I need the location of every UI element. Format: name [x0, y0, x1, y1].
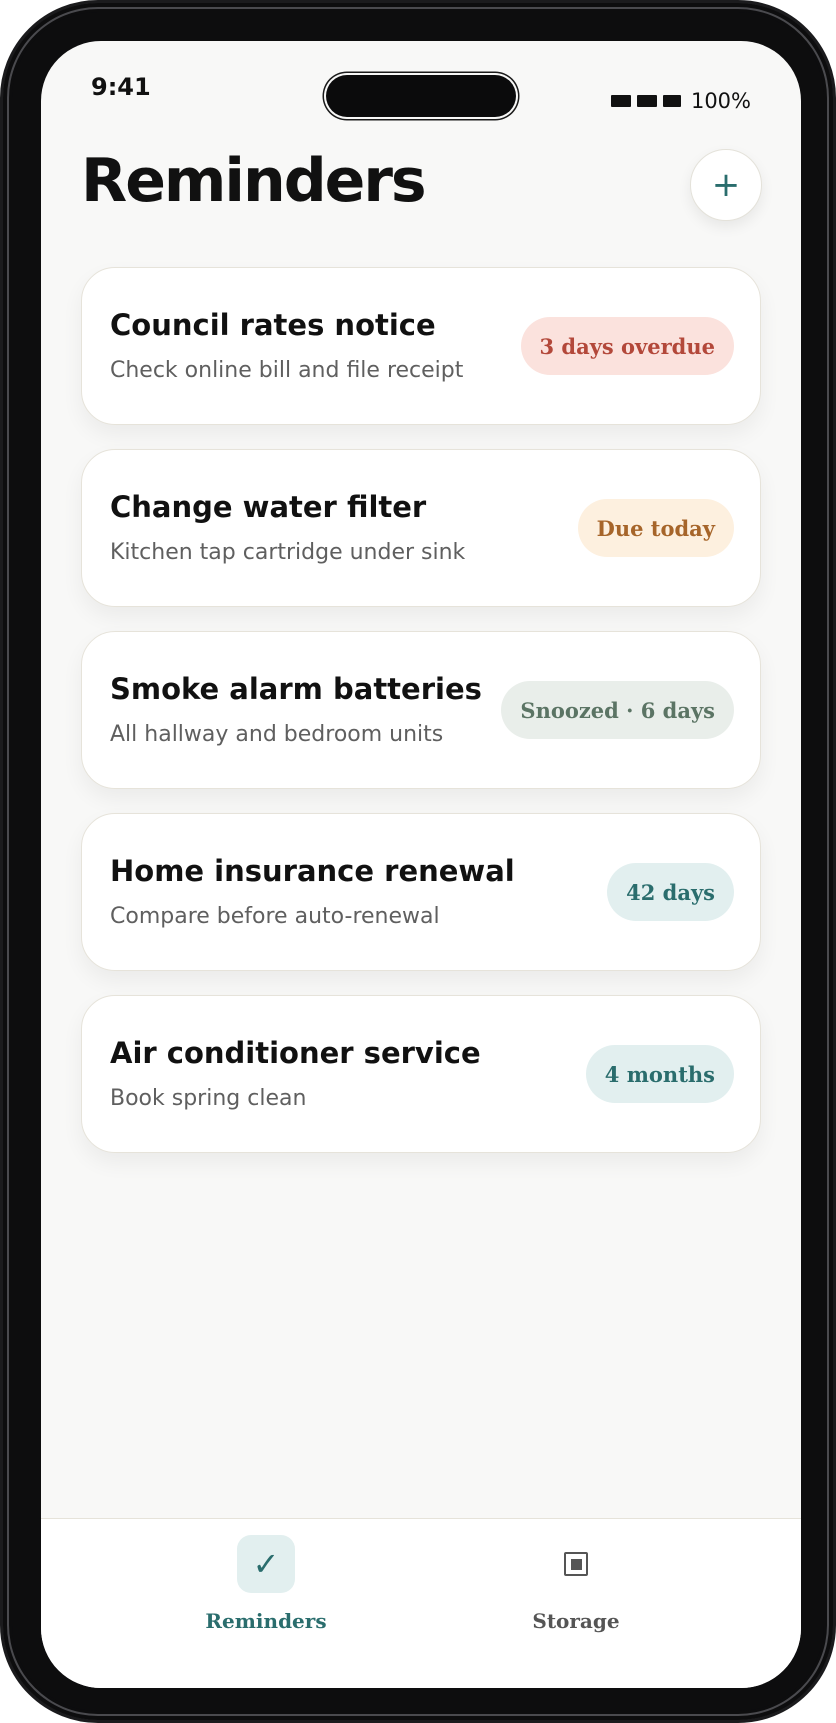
tab-reminders-icon-bg: ✓ — [237, 1535, 295, 1593]
reminder-card[interactable]: Home insurance renewal Compare before au… — [81, 813, 761, 971]
reminder-card[interactable]: Air conditioner service Book spring clea… — [81, 995, 761, 1153]
status-badge: Due today — [577, 499, 734, 557]
reminder-title: Air conditioner service — [110, 1036, 481, 1070]
reminder-title: Home insurance renewal — [110, 854, 515, 888]
battery-percent: 100% — [690, 89, 751, 113]
status-badge: 4 months — [585, 1045, 734, 1103]
status-indicators: 100% — [610, 89, 751, 113]
reminder-subtitle: Check online bill and file receipt — [110, 358, 464, 383]
signal-icon — [610, 95, 631, 107]
tab-bar: ✓ Reminders Storage — [41, 1518, 801, 1688]
reminder-card[interactable]: Smoke alarm batteries All hallway and be… — [81, 631, 761, 789]
tab-reminders[interactable]: ✓ Reminders — [166, 1519, 366, 1688]
reminder-list: Council rates notice Check online bill a… — [81, 267, 761, 1177]
reminder-title: Change water filter — [110, 490, 427, 524]
reminder-title: Council rates notice — [110, 308, 436, 342]
tab-storage-label: Storage — [532, 1609, 620, 1633]
status-time: 9:41 — [91, 73, 151, 101]
reminder-card[interactable]: Change water filter Kitchen tap cartridg… — [81, 449, 761, 607]
reminder-subtitle: All hallway and bedroom units — [110, 722, 444, 747]
reminder-card[interactable]: Council rates notice Check online bill a… — [81, 267, 761, 425]
reminder-subtitle: Compare before auto-renewal — [110, 904, 440, 929]
phone-frame: 9:41 100% Reminders + Council rates noti… — [0, 0, 836, 1723]
page-title: Reminders — [81, 146, 427, 216]
app-screen: 9:41 100% Reminders + Council rates noti… — [41, 41, 801, 1688]
wifi-icon — [636, 95, 657, 107]
tab-storage-icon-bg — [547, 1535, 605, 1593]
reminder-subtitle: Kitchen tap cartridge under sink — [110, 540, 466, 565]
tab-storage[interactable]: Storage — [476, 1519, 676, 1688]
plus-icon: + — [711, 165, 741, 205]
check-icon: ✓ — [252, 1545, 280, 1583]
status-badge: 42 days — [607, 863, 734, 921]
reminder-subtitle: Book spring clean — [110, 1086, 307, 1111]
battery-icon — [662, 95, 681, 107]
tab-reminders-label: Reminders — [205, 1609, 327, 1633]
add-reminder-button[interactable]: + — [690, 149, 762, 221]
storage-box-icon — [564, 1552, 588, 1576]
reminder-title: Smoke alarm batteries — [110, 672, 482, 706]
status-badge: Snoozed · 6 days — [501, 681, 734, 739]
status-badge: 3 days overdue — [520, 317, 734, 375]
dynamic-island — [326, 75, 516, 117]
